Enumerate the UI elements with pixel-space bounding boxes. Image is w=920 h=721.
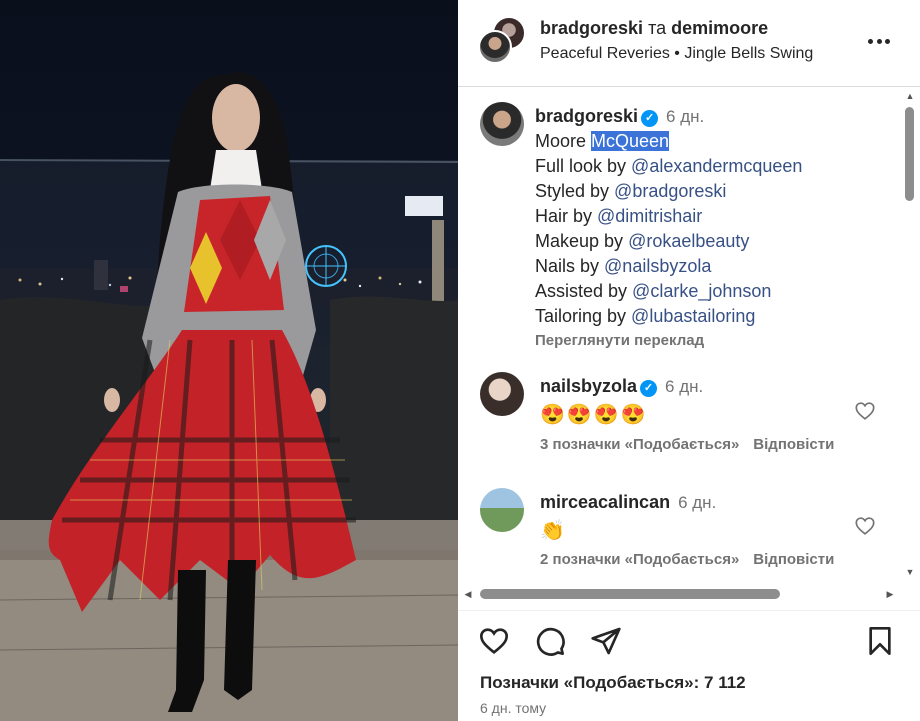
- caption-credit-line: Makeup by @rokaelbeauty: [535, 231, 750, 251]
- collab-avatars[interactable]: [478, 16, 526, 64]
- comment-likes-link[interactable]: 3 позначки «Подобається»: [540, 436, 739, 453]
- bookmark-icon[interactable]: [864, 625, 896, 657]
- caption-time[interactable]: 6 дн.: [666, 107, 704, 126]
- caption-line-title: Moore McQueen: [535, 131, 670, 151]
- caption-credit-line: Styled by @bradgoreski: [535, 181, 727, 201]
- author-2-link[interactable]: demimoore: [671, 18, 768, 38]
- vertical-scrollbar-thumb[interactable]: [905, 107, 914, 201]
- mention-link[interactable]: @clarke_johnson: [632, 281, 771, 301]
- heart-icon[interactable]: [854, 515, 876, 537]
- more-options-button[interactable]: [866, 28, 892, 54]
- photo-illustration: [0, 72, 458, 721]
- mention-link[interactable]: @rokaelbeauty: [628, 231, 749, 251]
- scroll-left-arrow-icon[interactable]: ◀: [462, 588, 474, 600]
- caption-credit-line: Nails by @nailsbyzola: [535, 256, 712, 276]
- caption-credit-line: Full look by @alexandermcqueen: [535, 156, 803, 176]
- comment-item: mirceacalincan 6 дн. 👏 2 позначки «Подоба…: [458, 488, 920, 582]
- see-translation-link[interactable]: Переглянути переклад: [535, 331, 895, 351]
- reply-button[interactable]: Відповісти: [753, 436, 834, 453]
- caption-credit-line: Hair by @dimitrishair: [535, 206, 703, 226]
- post-actions: Позначки «Подобається»: 7 112 6 дн. тому: [458, 610, 920, 721]
- post-caption: bradgoreski ✓ 6 дн. Moore McQueen Full loo…: [535, 104, 895, 351]
- horizontal-scrollbar-thumb[interactable]: [480, 589, 780, 599]
- mention-link[interactable]: @nailsbyzola: [604, 256, 711, 276]
- comment-text: 👏: [540, 520, 567, 542]
- post-header: bradgoreski та demimoore Peaceful Reveri…: [458, 0, 920, 87]
- selected-text: McQueen: [591, 131, 670, 151]
- comment-username[interactable]: mirceacalincan: [540, 492, 670, 512]
- mention-link[interactable]: @bradgoreski: [614, 181, 726, 201]
- music-info-link[interactable]: Peaceful Reveries • Jingle Bells Swing: [540, 45, 813, 63]
- post-authors: bradgoreski та demimoore: [540, 18, 768, 39]
- comment-avatar[interactable]: [480, 372, 524, 416]
- comment-avatar[interactable]: [480, 488, 524, 532]
- author-1-link[interactable]: bradgoreski: [540, 18, 643, 38]
- scroll-up-arrow-icon[interactable]: ▲: [904, 90, 916, 102]
- share-icon[interactable]: [590, 625, 622, 657]
- reply-button[interactable]: Відповісти: [753, 551, 834, 568]
- comment-username[interactable]: nailsbyzola: [540, 376, 637, 396]
- mention-link[interactable]: @lubastailoring: [631, 306, 755, 326]
- comments-scroll-area[interactable]: bradgoreski ✓ 6 дн. Moore McQueen Full loo…: [458, 88, 920, 582]
- like-heart-icon[interactable]: [478, 625, 510, 657]
- post-photo[interactable]: [0, 0, 458, 721]
- mention-link[interactable]: @alexandermcqueen: [631, 156, 802, 176]
- caption-header: bradgoreski ✓ 6 дн.: [535, 104, 895, 129]
- comment-text: 😍😍😍😍: [540, 404, 648, 426]
- comment-time[interactable]: 6 дн.: [665, 377, 703, 396]
- comment-item: nailsbyzola ✓ 6 дн. 😍😍😍😍 3 позначки «Подоб…: [458, 372, 920, 482]
- comment-meta: 3 позначки «Подобається» Відповісти: [540, 436, 834, 453]
- caption-credit-line: Assisted by @clarke_johnson: [535, 281, 772, 301]
- comment-meta: 2 позначки «Подобається» Відповісти: [540, 551, 834, 568]
- caption-username[interactable]: bradgoreski: [535, 106, 638, 126]
- total-likes-link[interactable]: Позначки «Подобається»: 7 112: [480, 673, 746, 693]
- comment-body: mirceacalincan 6 дн. 👏: [540, 490, 716, 544]
- comment-time[interactable]: 6 дн.: [678, 493, 716, 512]
- post-timestamp[interactable]: 6 дн. тому: [480, 700, 546, 716]
- scroll-down-arrow-icon[interactable]: ▼: [904, 566, 916, 578]
- comment-likes-link[interactable]: 2 позначки «Подобається»: [540, 551, 739, 568]
- verified-badge-icon: ✓: [640, 380, 658, 397]
- mention-link[interactable]: @dimitrishair: [597, 206, 702, 226]
- more-horizontal-icon: [868, 38, 873, 44]
- comment-body: nailsbyzola ✓ 6 дн. 😍😍😍😍: [540, 374, 703, 428]
- scroll-right-arrow-icon[interactable]: ▶: [884, 588, 896, 600]
- heart-icon[interactable]: [854, 400, 876, 422]
- comment-icon[interactable]: [534, 625, 566, 657]
- post-details-panel: bradgoreski та demimoore Peaceful Reveri…: [458, 0, 920, 721]
- author-conjunction: та: [648, 18, 667, 38]
- caption-credit-line: Tailoring by @lubastailoring: [535, 306, 756, 326]
- caption-avatar[interactable]: [480, 102, 524, 146]
- avatar-bradgoreski[interactable]: [478, 30, 512, 64]
- verified-badge-icon: ✓: [641, 110, 659, 127]
